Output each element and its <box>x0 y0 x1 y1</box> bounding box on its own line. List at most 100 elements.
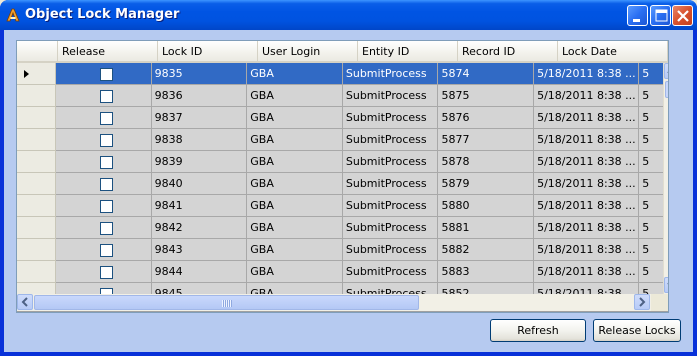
column-header-lock-date[interactable]: Lock Date <box>558 41 668 63</box>
release-cell <box>56 85 152 107</box>
vertical-scroll-thumb[interactable] <box>665 81 668 98</box>
maximize-button[interactable] <box>650 5 671 26</box>
row-header[interactable] <box>17 85 57 107</box>
row-header[interactable] <box>17 173 57 195</box>
release-locks-button[interactable]: Release Locks <box>593 319 681 342</box>
record-id-cell: 5875 <box>438 85 535 107</box>
minimize-icon <box>633 19 640 22</box>
entity-id-cell: SubmitProcess <box>342 195 439 217</box>
entity-id-cell: SubmitProcess <box>342 63 439 85</box>
release-checkbox[interactable] <box>100 266 114 279</box>
table-row[interactable]: 9843 GBA SubmitProcess 5882 5/18/2011 8:38 .… <box>17 239 668 261</box>
table-row[interactable]: 9840 GBA SubmitProcess 5879 5/18/2011 8:38 .… <box>17 173 668 195</box>
column-header-record-id[interactable]: Record ID <box>458 41 558 63</box>
table-row[interactable]: 9839 GBA SubmitProcess 5878 5/18/2011 8:38 .… <box>17 151 668 173</box>
scroll-up-button[interactable] <box>664 63 668 79</box>
user-login-cell: GBA <box>247 129 343 151</box>
locks-grid: Release Lock ID User Login Entity ID Rec… <box>16 40 669 313</box>
release-checkbox[interactable] <box>100 178 114 191</box>
row-header[interactable] <box>17 195 57 217</box>
user-login-cell: GBA <box>247 85 343 107</box>
record-id-cell: 5878 <box>438 151 535 173</box>
lock-date-cell: 5/18/2011 8:38 ... <box>534 261 640 283</box>
scroll-left-button[interactable] <box>17 294 33 310</box>
close-button[interactable] <box>672 5 693 26</box>
grid-header: Release Lock ID User Login Entity ID Rec… <box>17 41 668 63</box>
table-row[interactable]: 9837 GBA SubmitProcess 5876 5/18/2011 8:38 .… <box>17 107 668 129</box>
release-checkbox[interactable] <box>100 200 114 213</box>
lock-date-cell: 5/18/2011 8:38 ... <box>534 195 640 217</box>
row-header[interactable] <box>17 151 57 173</box>
table-row[interactable]: 9835 GBA SubmitProcess 5874 5/18/2011 8:38 .… <box>17 63 668 85</box>
lock-date-cell: 5/18/2011 8:38 ... <box>534 173 640 195</box>
column-header-user-login[interactable]: User Login <box>258 41 358 63</box>
release-cell <box>56 239 152 261</box>
row-header[interactable] <box>17 239 57 261</box>
column-header-entity-id[interactable]: Entity ID <box>358 41 458 63</box>
user-login-cell: GBA <box>247 151 343 173</box>
column-header-release[interactable]: Release <box>58 41 158 63</box>
release-cell <box>56 107 152 129</box>
record-id-cell: 5877 <box>438 129 535 151</box>
table-row[interactable]: 9842 GBA SubmitProcess 5881 5/18/2011 8:38 .… <box>17 217 668 239</box>
column-header-lock-id[interactable]: Lock ID <box>158 41 258 63</box>
client-area: Release Lock ID User Login Entity ID Rec… <box>4 30 693 352</box>
row-header[interactable] <box>17 261 57 283</box>
release-checkbox[interactable] <box>100 156 114 169</box>
record-id-cell: 5882 <box>438 239 535 261</box>
lock-date-cell: 5/18/2011 8:38 ... <box>534 239 640 261</box>
table-row[interactable]: 9841 GBA SubmitProcess 5880 5/18/2011 8:38 .… <box>17 195 668 217</box>
release-cell <box>56 261 152 283</box>
scroll-right-icon <box>639 297 646 307</box>
scroll-down-icon <box>667 283 668 285</box>
app-icon <box>6 8 20 22</box>
release-cell <box>56 151 152 173</box>
lock-date-cell: 5/18/2011 8:38 ... <box>534 107 640 129</box>
grip-icon <box>222 300 232 307</box>
lock-date-cell: 5/18/2011 8:38 ... <box>534 85 640 107</box>
release-checkbox[interactable] <box>100 90 114 103</box>
row-header[interactable] <box>17 63 57 85</box>
lock-date-cell: 5/18/2011 8:38 ... <box>534 129 640 151</box>
table-row[interactable]: 9844 GBA SubmitProcess 5883 5/18/2011 8:38 .… <box>17 261 668 283</box>
lock-id-cell: 9837 <box>151 107 248 129</box>
vertical-scrollbar[interactable] <box>663 63 668 310</box>
lock-id-cell: 9838 <box>151 129 248 151</box>
scroll-right-button[interactable] <box>634 294 650 310</box>
entity-id-cell: SubmitProcess <box>342 239 439 261</box>
release-checkbox[interactable] <box>100 112 114 125</box>
user-login-cell: GBA <box>247 173 343 195</box>
lock-id-cell: 9842 <box>151 217 248 239</box>
release-cell <box>56 217 152 239</box>
user-login-cell: GBA <box>247 195 343 217</box>
entity-id-cell: SubmitProcess <box>342 107 439 129</box>
row-header[interactable] <box>17 129 57 151</box>
window-title: Object Lock Manager <box>25 7 180 22</box>
lock-id-cell: 9839 <box>151 151 248 173</box>
close-icon <box>677 10 689 22</box>
release-checkbox[interactable] <box>100 134 114 147</box>
release-checkbox[interactable] <box>100 244 114 257</box>
maximize-icon <box>655 9 668 22</box>
lock-date-cell: 5/18/2011 8:38 ... <box>534 63 640 85</box>
entity-id-cell: SubmitProcess <box>342 129 439 151</box>
lock-id-cell: 9843 <box>151 239 248 261</box>
minimize-button[interactable] <box>627 5 648 26</box>
lock-id-cell: 9844 <box>151 261 248 283</box>
row-header[interactable] <box>17 107 57 129</box>
release-checkbox[interactable] <box>100 222 114 235</box>
horizontal-scroll-thumb[interactable] <box>34 295 419 310</box>
user-login-cell: GBA <box>247 217 343 239</box>
table-row[interactable]: 9836 GBA SubmitProcess 5875 5/18/2011 8:38 .… <box>17 85 668 107</box>
release-checkbox[interactable] <box>100 68 114 81</box>
user-login-cell: GBA <box>247 63 343 85</box>
refresh-button[interactable]: Refresh <box>490 319 586 342</box>
table-row[interactable]: 9838 GBA SubmitProcess 5877 5/18/2011 8:38 .… <box>17 129 668 151</box>
title-bar[interactable]: Object Lock Manager <box>0 0 697 30</box>
row-pointer-icon <box>24 70 29 78</box>
horizontal-scrollbar[interactable] <box>17 294 668 311</box>
scroll-down-button[interactable] <box>664 277 668 293</box>
user-login-cell: GBA <box>247 239 343 261</box>
record-id-cell: 5876 <box>438 107 535 129</box>
row-header[interactable] <box>17 217 57 239</box>
